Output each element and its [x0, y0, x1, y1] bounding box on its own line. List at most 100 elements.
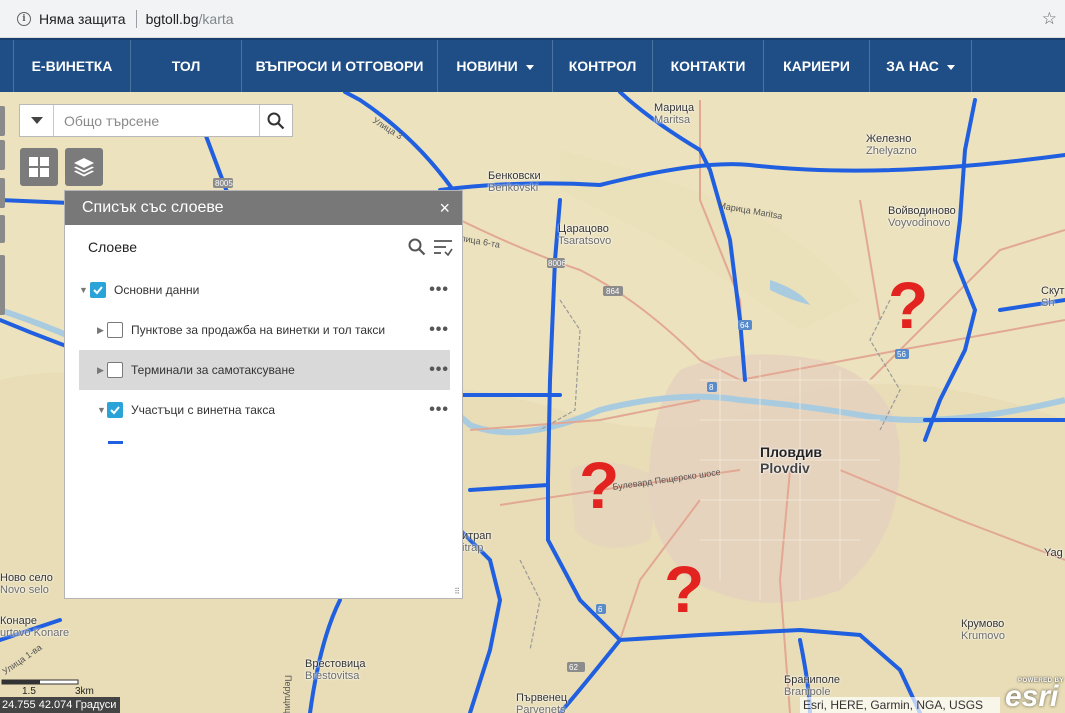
search-icon[interactable] — [408, 238, 426, 256]
nav-item-label: Е-ВИНЕТКА — [31, 58, 113, 74]
place-label-yag: Yag — [1044, 547, 1063, 559]
layer-options-icon[interactable]: ••• — [429, 321, 449, 339]
road-shield-label: 864 — [606, 287, 620, 296]
grid-icon — [29, 157, 49, 177]
nav-item-label: КОНТРОЛ — [568, 58, 637, 74]
filter-sort-icon[interactable] — [433, 238, 453, 256]
layer-label: Терминали за самотаксуване — [131, 363, 295, 377]
search-button[interactable] — [259, 105, 292, 136]
general-search — [19, 104, 293, 137]
zoom-control-stub[interactable] — [0, 106, 5, 136]
place-label-konare: Конаре urtovo Konare — [0, 615, 70, 639]
place-label-benkovski: Бенковски Benkovski — [488, 170, 541, 194]
close-icon[interactable]: × — [439, 198, 450, 219]
expand-caret-icon[interactable]: ▶ — [97, 325, 107, 336]
layer-label: Основни данни — [114, 283, 200, 297]
question-mark-annotation: ? — [888, 268, 929, 342]
nav-item-faq[interactable]: ВЪПРОСИ И ОТГОВОРИ — [242, 40, 438, 92]
side-control-stub[interactable] — [0, 255, 5, 315]
layer-tools — [408, 238, 453, 256]
panel-header: Списък със слоеве × — [65, 191, 462, 225]
nav-item-toll[interactable]: ТОЛ — [131, 40, 242, 92]
layer-checkbox[interactable] — [107, 362, 123, 378]
locate-control-stub[interactable] — [0, 215, 5, 243]
layer-checkbox[interactable] — [107, 402, 123, 418]
main-navigation: Е-ВИНЕТКА ТОЛ ВЪПРОСИ И ОТГОВОРИ НОВИНИ … — [0, 38, 1065, 92]
road-shield-label: 8006 — [548, 259, 566, 268]
layers-icon — [74, 158, 94, 177]
place-label-voyvodinovo: Войводиново Voyvodinovo — [888, 205, 956, 229]
search-input[interactable] — [54, 105, 259, 136]
layer-list-button[interactable] — [65, 148, 103, 186]
nav-item-about[interactable]: ЗА НАС — [870, 40, 972, 92]
layer-row-sale-points[interactable]: ▶ Пунктове за продажба на винетки и тол … — [79, 310, 450, 350]
panel-title: Списък със слоеве — [82, 199, 224, 216]
layers-subheader: Слоеве — [88, 239, 138, 255]
layer-options-icon[interactable]: ••• — [429, 361, 449, 379]
nav-item-careers[interactable]: КАРИЕРИ — [764, 40, 870, 92]
road-shield-label: 62 — [569, 663, 578, 672]
nav-item-label: ЗА НАС — [886, 58, 939, 74]
place-label-branipole: Браниполе Branipole — [784, 674, 841, 698]
scale-label: 1.5 — [22, 686, 36, 697]
place-label-parvenets: Първенец Parvenets — [516, 692, 568, 713]
checkmark-icon — [110, 406, 120, 415]
resize-handle-icon[interactable]: ⠿ — [454, 587, 460, 596]
nav-item-e-vignette[interactable]: Е-ВИНЕТКА — [14, 40, 131, 92]
address-separator — [135, 9, 137, 28]
layer-options-icon[interactable]: ••• — [429, 281, 449, 299]
road-shield-label: 64 — [740, 321, 749, 330]
checkmark-icon — [93, 286, 103, 295]
layer-options-icon[interactable]: ••• — [429, 401, 449, 419]
nav-item-control[interactable]: КОНТРОЛ — [553, 40, 653, 92]
place-label-tsaratsovo: Царацово Tsaratsovo — [558, 223, 612, 247]
nav-item-label: ВЪПРОСИ И ОТГОВОРИ — [255, 58, 424, 74]
road-shield-label: 8 — [709, 383, 714, 392]
place-label-itrap: итрап itrap — [462, 530, 492, 554]
road-shield-label: 56 — [897, 350, 906, 359]
map-attribution[interactable]: Esri, HERE, Garmin, NGA, USGS — [800, 697, 1000, 713]
zoom-control-stub[interactable] — [0, 140, 5, 170]
layer-label: Участъци с винетна такса — [131, 403, 275, 417]
road-shield-label: 8005 — [215, 179, 233, 188]
question-mark-annotation: ? — [664, 552, 705, 626]
place-label-brestovitsa: Врестовица Brestovitsa — [305, 658, 366, 682]
layer-checkbox[interactable] — [107, 322, 123, 338]
nav-item-news[interactable]: НОВИНИ — [438, 40, 553, 92]
url-path[interactable]: /karta — [199, 11, 234, 27]
layer-row-main-data[interactable]: ▼ Основни данни ••• — [79, 270, 450, 310]
info-icon[interactable]: i — [17, 11, 31, 26]
layer-label: Пунктове за продажба на винетки и тол та… — [131, 323, 386, 337]
browser-address-bar[interactable]: i Няма защита bgtoll.bg /karta ☆ — [0, 0, 1065, 38]
nav-item-contacts[interactable]: КОНТАКТИ — [653, 40, 764, 92]
expand-caret-icon[interactable]: ▶ — [97, 365, 107, 376]
layer-list-panel: Списък със слоеве × Слоеве ▼ Основни дан… — [64, 190, 463, 599]
basemap-gallery-button[interactable] — [20, 148, 58, 186]
chevron-down-icon — [946, 64, 955, 70]
esri-logo[interactable]: POWERED BY esri — [1003, 676, 1065, 713]
question-mark-annotation: ? — [579, 448, 620, 522]
url-domain[interactable]: bgtoll.bg — [146, 11, 199, 27]
chevron-down-icon — [30, 117, 43, 124]
nav-left-edge — [0, 40, 14, 92]
place-label-zhelyazno: Железно Zhelyazno — [866, 133, 917, 157]
search-source-dropdown[interactable] — [20, 105, 54, 136]
star-icon[interactable]: ☆ — [1042, 9, 1057, 29]
place-label-maritsa: Марица Maritsa — [654, 102, 695, 126]
collapse-caret-icon[interactable]: ▼ — [97, 405, 107, 415]
collapse-caret-icon[interactable]: ▼ — [79, 285, 89, 295]
security-status: Няма защита — [39, 10, 126, 27]
place-label-novo-selo: Ново село Novo selo — [0, 572, 53, 596]
layer-row-self-terminals[interactable]: ▶ Терминали за самотаксуване ••• — [79, 350, 450, 390]
esri-logo-text: esri — [1005, 680, 1059, 713]
place-label-krumovo: Крумово Krumovo — [961, 618, 1006, 642]
nav-item-label: ТОЛ — [171, 58, 201, 74]
search-icon — [267, 112, 285, 129]
nav-item-label: КОНТАКТИ — [670, 58, 746, 74]
place-label-plovdiv: Пловдив Plovdiv — [760, 444, 823, 476]
nav-item-label: НОВИНИ — [456, 58, 518, 74]
home-control-stub[interactable] — [0, 178, 5, 208]
layer-row-vignette-sections[interactable]: ▼ Участъци с винетна такса ••• — [79, 390, 450, 430]
layer-checkbox[interactable] — [90, 282, 106, 298]
road-label: Перущица — [283, 675, 293, 713]
